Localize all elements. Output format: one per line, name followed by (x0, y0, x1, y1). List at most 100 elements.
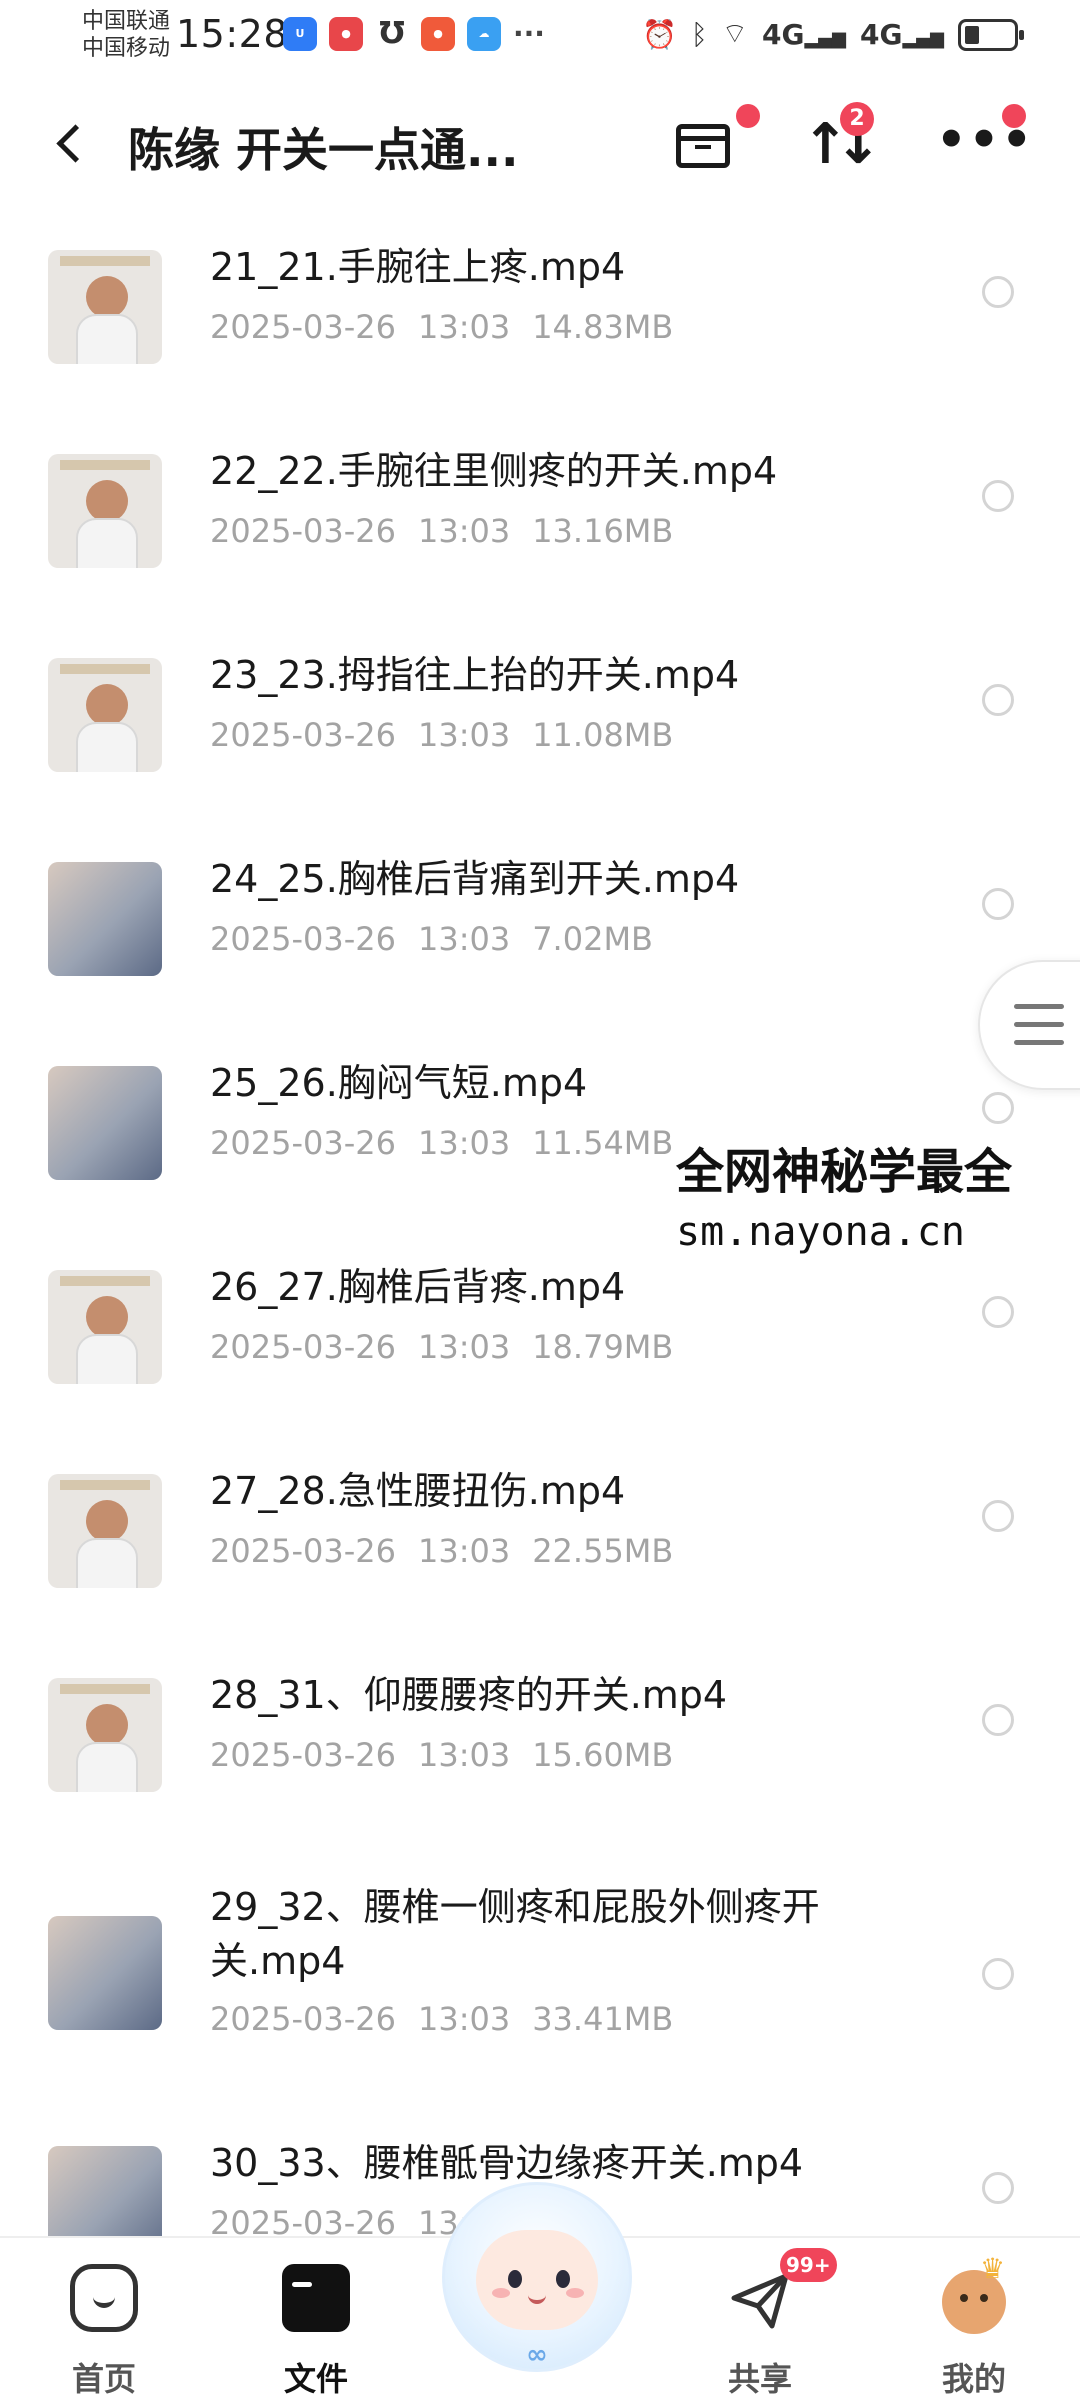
select-radio[interactable] (982, 1704, 1014, 1736)
file-row[interactable]: 28_31、仰腰腰疼的开关.mp4 2025-03-26 13:03 15.60MB (0, 1648, 1080, 1848)
more-notification-dot (1002, 104, 1026, 128)
nav-files[interactable]: 文件 (256, 2260, 376, 2398)
file-meta: 2025-03-26 13:03 11.54MB (210, 1124, 695, 1162)
video-thumbnail[interactable] (48, 1678, 162, 1792)
file-time: 13:03 (417, 1532, 511, 1570)
file-size: 15.60MB (532, 1736, 674, 1774)
file-row[interactable]: 27_28.急性腰扭伤.mp4 2025-03-26 13:03 22.55MB (0, 1444, 1080, 1644)
profile-avatar-icon: ♛ (940, 2252, 1008, 2334)
status-bar: 中国联通 中国移动 15:28 U ● Ʊ ● ☁ ··· ⏰ ᛒ ⌔ 4G▂▄… (0, 0, 1080, 70)
carrier-info: 中国联通 中国移动 (82, 8, 170, 62)
nav-mine[interactable]: ♛ 我的 (914, 2252, 1034, 2398)
select-radio[interactable] (982, 276, 1014, 308)
file-date: 2025-03-26 (210, 2000, 396, 2038)
more-button[interactable]: ••• (930, 104, 1032, 178)
file-name: 23_23.拇指往上抬的开关.mp4 (210, 653, 740, 697)
file-time: 13:03 (417, 1736, 511, 1774)
nav-home[interactable]: 首页 (44, 2260, 164, 2398)
file-date: 2025-03-26 (210, 716, 396, 754)
file-name: 22_22.手腕往里侧疼的开关.mp4 (210, 449, 778, 493)
file-row[interactable]: 26_27.胸椎后背疼.mp4 2025-03-26 13:03 18.79MB (0, 1240, 1080, 1440)
alarm-icon: ⏰ (641, 18, 677, 51)
wifi-icon: ⌔ (721, 17, 748, 50)
file-meta: 2025-03-26 13:03 11.08MB (210, 716, 695, 754)
archive-notification-dot (736, 104, 760, 128)
transfer-badge: 2 (840, 102, 874, 136)
network-type-1: 4G (762, 18, 805, 51)
file-meta: 2025-03-26 13:03 13.16MB (210, 512, 695, 550)
video-thumbnail[interactable] (48, 1916, 162, 2030)
file-meta: 2025-03-26 13:03 33.41MB (210, 2000, 695, 2038)
select-radio[interactable] (982, 2172, 1014, 2204)
file-time: 13:03 (417, 1328, 511, 1366)
video-thumbnail[interactable] (48, 1270, 162, 1384)
file-name: 29_32、腰椎一侧疼和屁股外侧疼开关.mp4 (210, 1885, 820, 1983)
file-meta: 2025-03-26 13:03 15.60MB (210, 1736, 695, 1774)
file-size: 11.54MB (532, 1124, 674, 1162)
archive-button[interactable] (668, 104, 760, 178)
file-size: 11.08MB (532, 716, 674, 754)
file-time: 13:03 (417, 920, 511, 958)
file-size: 18.79MB (532, 1328, 674, 1366)
app-red-icon: ● (329, 17, 363, 51)
video-thumbnail[interactable] (48, 658, 162, 772)
file-size: 7.02MB (532, 920, 653, 958)
video-thumbnail[interactable] (48, 1474, 162, 1588)
file-date: 2025-03-26 (210, 920, 396, 958)
file-row[interactable]: 23_23.拇指往上抬的开关.mp4 2025-03-26 13:03 11.08MB (0, 628, 1080, 828)
app-header: 陈缘 开关一点通... ↑↓ 2 ••• (0, 70, 1080, 220)
file-size: 13.16MB (532, 512, 674, 550)
file-date: 2025-03-26 (210, 512, 396, 550)
status-clock: 15:28 (176, 12, 289, 56)
file-name: 25_26.胸闷气短.mp4 (210, 1061, 588, 1105)
network-type-2: 4G (860, 18, 903, 51)
file-date: 2025-03-26 (210, 308, 396, 346)
file-size: 22.55MB (532, 1532, 674, 1570)
file-date: 2025-03-26 (210, 1328, 396, 1366)
nav-share[interactable]: 99+ 共享 (700, 2248, 837, 2398)
select-radio[interactable] (982, 1092, 1014, 1124)
back-button[interactable] (52, 118, 92, 168)
file-meta: 2025-03-26 13:03 14.83MB (210, 308, 695, 346)
home-icon (70, 2264, 138, 2332)
weather-icon: ☁ (467, 17, 501, 51)
video-thumbnail[interactable] (48, 862, 162, 976)
file-time: 13:03 (417, 308, 511, 346)
file-time: 13:03 (417, 716, 511, 754)
select-radio[interactable] (982, 684, 1014, 716)
watermark: 全网神秘学最全 sm.nayona.cn (676, 1140, 1080, 1260)
file-row[interactable]: 24_25.胸椎后背痛到开关.mp4 2025-03-26 13:03 7.02MB (0, 832, 1080, 1032)
notification-icons: U ● Ʊ ● ☁ ··· (283, 17, 545, 51)
nav-home-label: 首页 (71, 2360, 136, 2398)
select-radio[interactable] (982, 1296, 1014, 1328)
file-row[interactable]: 29_32、腰椎一侧疼和屁股外侧疼开关.mp4 2025-03-26 13:03 33… (0, 1860, 1080, 2110)
nav-share-label: 共享 (727, 2360, 792, 2398)
select-radio[interactable] (982, 480, 1014, 512)
file-time: 13:03 (417, 1124, 511, 1162)
more-notifications-icon: ··· (513, 17, 545, 50)
video-thumbnail[interactable] (48, 250, 162, 364)
file-time: 13:03 (417, 512, 511, 550)
file-row[interactable]: 22_22.手腕往里侧疼的开关.mp4 2025-03-26 13:03 13.16M… (0, 424, 1080, 624)
file-name: 28_31、仰腰腰疼的开关.mp4 (210, 1673, 728, 1717)
video-thumbnail[interactable] (48, 1066, 162, 1180)
file-row[interactable]: 21_21.手腕往上疼.mp4 2025-03-26 13:03 14.83MB (0, 220, 1080, 420)
nav-mine-label: 我的 (941, 2360, 1006, 2398)
watermark-line-2: sm.nayona.cn (676, 1209, 965, 1255)
select-radio[interactable] (982, 1958, 1014, 1990)
battery-icon (958, 18, 1024, 51)
carrier-2: 中国移动 (82, 36, 171, 61)
select-radio[interactable] (982, 888, 1014, 920)
page-title: 陈缘 开关一点通... (128, 123, 519, 177)
signal-2-icon: 4G▂▄▆ (860, 18, 944, 51)
file-size: 33.41MB (532, 2000, 674, 2038)
carrier-1: 中国联通 (82, 9, 171, 34)
nav-files-label: 文件 (283, 2360, 348, 2398)
file-name: 26_27.胸椎后背疼.mp4 (210, 1265, 626, 1309)
select-radio[interactable] (982, 1500, 1014, 1532)
video-thumbnail[interactable] (48, 454, 162, 568)
ai-assistant-mascot[interactable]: ∞ (432, 2182, 642, 2382)
transfer-button[interactable]: ↑↓ 2 (796, 102, 882, 178)
file-meta: 2025-03-26 13:03 18.79MB (210, 1328, 695, 1366)
file-date: 2025-03-26 (210, 1736, 396, 1774)
